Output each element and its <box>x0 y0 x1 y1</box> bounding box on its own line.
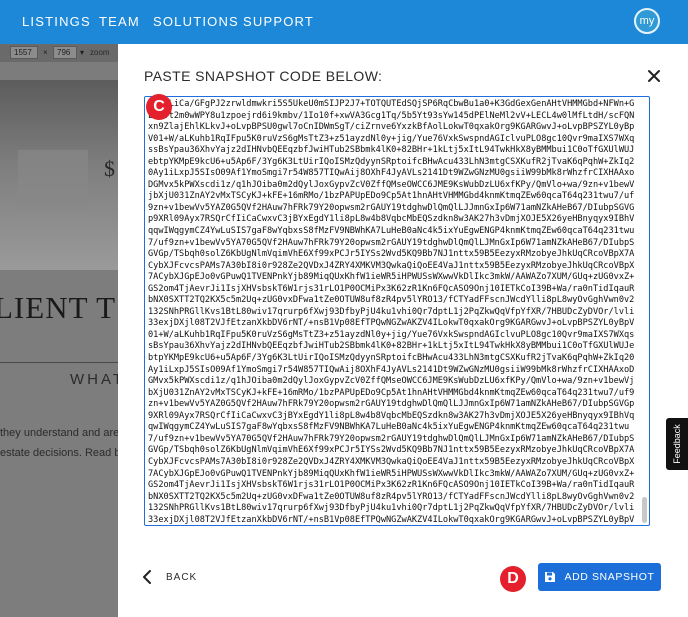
section-heading: LIENT T <box>0 290 117 325</box>
body-text-line: they understand and are c <box>0 427 118 439</box>
paste-snapshot-modal: PASTE SNAPSHOT CODE BELOW: 8AliLiCa/GFgP… <box>118 44 688 617</box>
zoom-label: zoom <box>90 48 110 57</box>
section-subheading: WHAT <box>70 371 118 388</box>
user-avatar[interactable]: my <box>634 8 660 34</box>
snapshot-code-text: 8AliLiCa/GFgPJ2zrwldmwkri5S5UkeU0mSIJP2J… <box>148 99 635 525</box>
scrollbar[interactable] <box>642 99 647 523</box>
back-label: BACK <box>166 571 198 583</box>
add-snapshot-label: ADD SNAPSHOT <box>564 571 655 583</box>
background-page: 1557 × 796 ▾ zoom $ LIENT T WHAT they un… <box>0 44 118 617</box>
dimension-separator: × <box>43 48 48 57</box>
nav-listings[interactable]: LISTINGS <box>22 14 91 29</box>
hero-image <box>0 80 118 270</box>
nav-support[interactable]: SUPPORT <box>243 14 314 29</box>
hero-shape <box>18 150 88 210</box>
body-text-line: estate decisions. Read belc <box>0 447 118 459</box>
divider <box>0 362 118 363</box>
save-icon <box>545 572 556 582</box>
width-field: 1557 <box>10 46 38 59</box>
height-field: 796 <box>53 46 77 59</box>
annotation-marker-c: C <box>146 94 172 120</box>
back-button[interactable]: BACK <box>142 562 197 592</box>
top-nav: LISTINGS TEAM SOLUTIONS SUPPORT my <box>0 0 688 44</box>
close-button[interactable] <box>644 66 664 86</box>
modal-title: PASTE SNAPSHOT CODE BELOW: <box>144 68 383 84</box>
snapshot-code-textarea[interactable]: 8AliLiCa/GFgPJ2zrwldmwkri5S5UkeU0mSIJP2J… <box>144 96 650 526</box>
chevron-down-icon: ▾ <box>80 48 85 57</box>
scrollbar-thumb[interactable] <box>642 497 647 523</box>
close-icon <box>648 70 660 82</box>
dimension-toolbar: 1557 × 796 ▾ zoom <box>0 44 118 62</box>
annotation-marker-d: D <box>500 566 526 592</box>
nav-solutions[interactable]: SOLUTIONS <box>153 14 239 29</box>
feedback-label: Feedback <box>672 424 682 464</box>
chevron-left-icon <box>143 570 151 584</box>
feedback-tab[interactable]: Feedback <box>666 418 688 470</box>
dollar-symbol: $ <box>104 156 115 181</box>
nav-team[interactable]: TEAM <box>99 14 140 29</box>
add-snapshot-button[interactable]: ADD SNAPSHOT <box>538 563 661 591</box>
